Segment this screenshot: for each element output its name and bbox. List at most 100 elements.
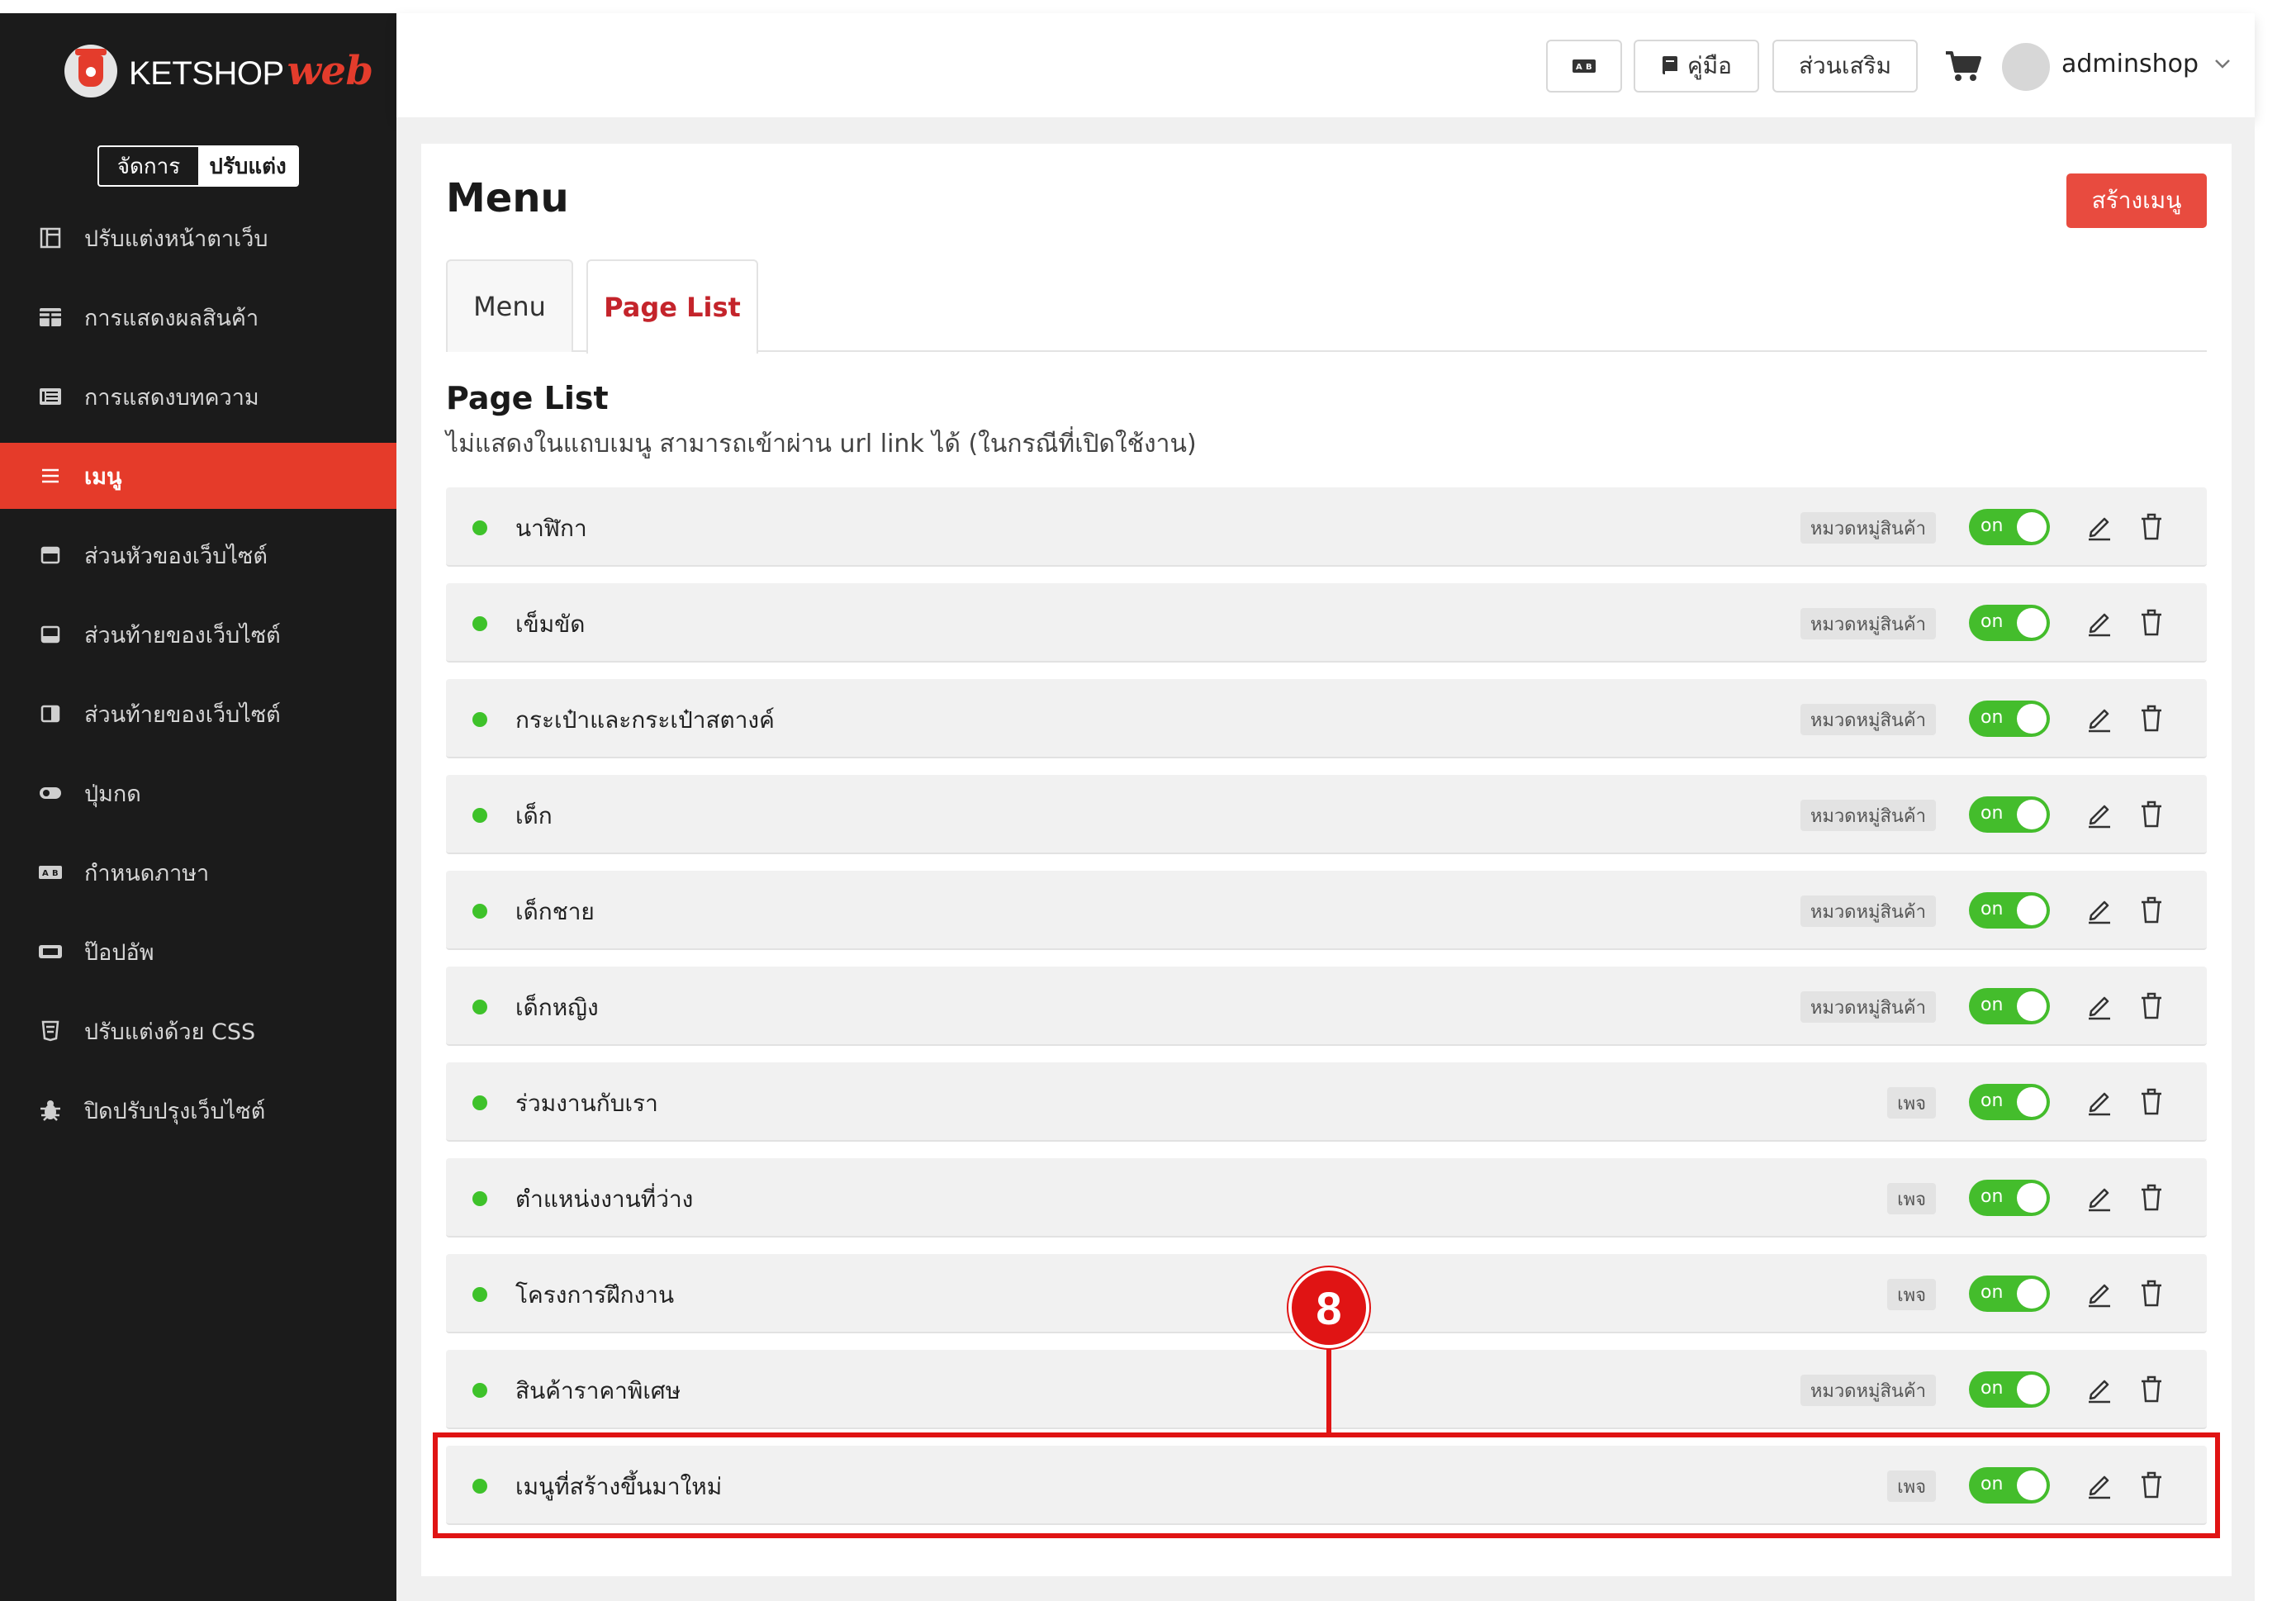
sidebar-item-maintenance[interactable]: ปิดปรับปรุงเว็บไซต์ [0, 1077, 396, 1143]
visibility-toggle[interactable]: on [1969, 1180, 2050, 1216]
type-badge: เพจ [1887, 1087, 1936, 1119]
list-item[interactable]: ตำแหน่งงานที่ว่าง เพจ on [446, 1158, 2207, 1238]
trash-icon[interactable] [2139, 800, 2164, 829]
toggle-label: on [1981, 515, 2004, 536]
sidebar-item-footer[interactable]: ส่วนท้ายของเว็บไซต์ [0, 601, 396, 667]
trash-icon[interactable] [2139, 704, 2164, 734]
svg-text:A: A [1576, 63, 1582, 72]
trash-icon[interactable] [2139, 1375, 2164, 1404]
toggle-label: on [1981, 707, 2004, 728]
visibility-toggle[interactable]: on [1969, 1371, 2050, 1408]
menu-icon [38, 463, 63, 488]
sidebar-item-popup[interactable]: ป๊อปอัพ [0, 919, 396, 985]
edit-icon[interactable] [2086, 1279, 2113, 1309]
language-button[interactable]: AB [1546, 40, 1622, 93]
create-menu-button[interactable]: สร้างเมนู [2066, 173, 2207, 228]
edit-icon[interactable] [2086, 1183, 2113, 1213]
status-dot [472, 1095, 487, 1110]
addon-button[interactable]: ส่วนเสริม [1772, 40, 1918, 93]
type-badge: หมวดหมู่สินค้า [1800, 991, 1936, 1023]
toggle-label: on [1981, 1282, 2004, 1303]
edit-icon[interactable] [2086, 1375, 2113, 1404]
edit-icon[interactable] [2086, 991, 2113, 1021]
visibility-toggle[interactable]: on [1969, 892, 2050, 929]
item-name: นาฬิกา [515, 515, 587, 542]
trash-icon[interactable] [2139, 1087, 2164, 1117]
trash-icon[interactable] [2139, 1183, 2164, 1213]
trash-icon[interactable] [2139, 1279, 2164, 1309]
trash-icon[interactable] [2139, 896, 2164, 925]
trash-icon[interactable] [2139, 608, 2164, 638]
username[interactable]: adminshop [2061, 50, 2199, 78]
top-header: AB คู่มือ ส่วนเสริม adminshop [396, 13, 2255, 117]
visibility-toggle[interactable]: on [1969, 605, 2050, 641]
sidebar-nav: ปรับแต่งหน้าตาเว็บ การแสดงผลสินค้า การแส… [0, 205, 396, 1157]
trash-icon[interactable] [2139, 991, 2164, 1021]
layout-icon [38, 226, 63, 250]
toggle-label: on [1981, 1186, 2004, 1207]
list-item[interactable]: กระเป๋าและกระเป๋าสตางค์ หมวดหมู่สินค้า o… [446, 679, 2207, 758]
toggle-label: on [1981, 1378, 2004, 1399]
edit-icon[interactable] [2086, 1087, 2113, 1117]
cart-icon[interactable] [1944, 50, 1982, 83]
list-item[interactable]: ร่วมงานกับเรา เพจ on [446, 1062, 2207, 1142]
manual-label: คู่มือ [1686, 52, 1732, 79]
visibility-toggle[interactable]: on [1969, 509, 2050, 545]
visibility-toggle[interactable]: on [1969, 1276, 2050, 1312]
toggle-knob [2017, 1279, 2047, 1309]
sidebar-item-products[interactable]: การแสดงผลสินค้า [0, 284, 396, 350]
popup-icon [38, 939, 63, 964]
visibility-toggle[interactable]: on [1969, 701, 2050, 737]
status-dot [472, 1287, 487, 1302]
list-item[interactable]: เด็ก หมวดหมู่สินค้า on [446, 775, 2207, 854]
item-name: สินค้าราคาพิเศษ [515, 1377, 681, 1404]
item-name: เด็ก [515, 802, 553, 829]
edit-icon[interactable] [2086, 800, 2113, 829]
visibility-toggle[interactable]: on [1969, 1084, 2050, 1120]
sidebar-item-css[interactable]: ปรับแต่งด้วย CSS [0, 998, 396, 1064]
list-item[interactable]: นาฬิกา หมวดหมู่สินค้า on [446, 487, 2207, 567]
edit-icon[interactable] [2086, 704, 2113, 734]
list-item[interactable]: เด็กชาย หมวดหมู่สินค้า on [446, 871, 2207, 950]
sidebar-item-label: ปรับแต่งด้วย CSS [84, 1019, 256, 1045]
item-name: กระเป๋าและกระเป๋าสตางค์ [515, 706, 775, 734]
tab-page-list[interactable]: Page List [586, 259, 758, 354]
avatar[interactable] [2002, 43, 2050, 91]
mode-customize-button[interactable]: ปรับแต่ง [198, 147, 297, 185]
header-icon [38, 543, 63, 568]
trash-icon[interactable] [2139, 512, 2164, 542]
sidebar-item-articles[interactable]: การแสดงบทความ [0, 363, 396, 430]
item-name: ตำแหน่งงานที่ว่าง [515, 1185, 694, 1213]
edit-icon[interactable] [2086, 608, 2113, 638]
tab-menu[interactable]: Menu [446, 259, 573, 352]
sidebar-item-label: การแสดงบทความ [84, 384, 259, 411]
chevron-down-icon[interactable] [2213, 51, 2232, 74]
toggle-knob [2017, 1183, 2047, 1213]
sidebar-item-menu[interactable]: เมนู [0, 443, 396, 509]
sidebar-item-label: การแสดงผลสินค้า [84, 305, 259, 331]
edit-icon[interactable] [2086, 512, 2113, 542]
type-badge: หมวดหมู่สินค้า [1800, 1375, 1936, 1406]
sidebar-item-label: ปิดปรับปรุงเว็บไซต์ [84, 1098, 266, 1124]
visibility-toggle[interactable]: on [1969, 796, 2050, 833]
sidebar-item-language[interactable]: AB กำหนดภาษา [0, 839, 396, 905]
list-item[interactable]: เข็มขัด หมวดหมู่สินค้า on [446, 583, 2207, 663]
toggle-knob [2017, 1375, 2047, 1404]
toggle-button-icon [38, 781, 63, 805]
edit-icon[interactable] [2086, 896, 2113, 925]
list-item[interactable]: เด็กหญิง หมวดหมู่สินค้า on [446, 967, 2207, 1046]
item-name: ร่วมงานกับเรา [515, 1090, 658, 1117]
sidebar-item-label: ป๊อปอัพ [84, 939, 154, 966]
sidebar-item-theme[interactable]: ปรับแต่งหน้าตาเว็บ [0, 205, 396, 271]
sidebar-item-header[interactable]: ส่วนหัวของเว็บไซต์ [0, 522, 396, 588]
manual-button[interactable]: คู่มือ [1634, 40, 1759, 93]
status-dot [472, 712, 487, 727]
language-icon: AB [1573, 59, 1596, 73]
sidebar-item-footer-2[interactable]: ส่วนท้ายของเว็บไซต์ [0, 681, 396, 747]
mode-manage-button[interactable]: จัดการ [99, 147, 198, 185]
toggle-knob [2017, 991, 2047, 1021]
brand-logo[interactable]: KETSHOPweb [64, 40, 373, 102]
visibility-toggle[interactable]: on [1969, 988, 2050, 1024]
callout-line [1326, 1343, 1331, 1434]
sidebar-item-buttons[interactable]: ปุ่มกด [0, 760, 396, 826]
